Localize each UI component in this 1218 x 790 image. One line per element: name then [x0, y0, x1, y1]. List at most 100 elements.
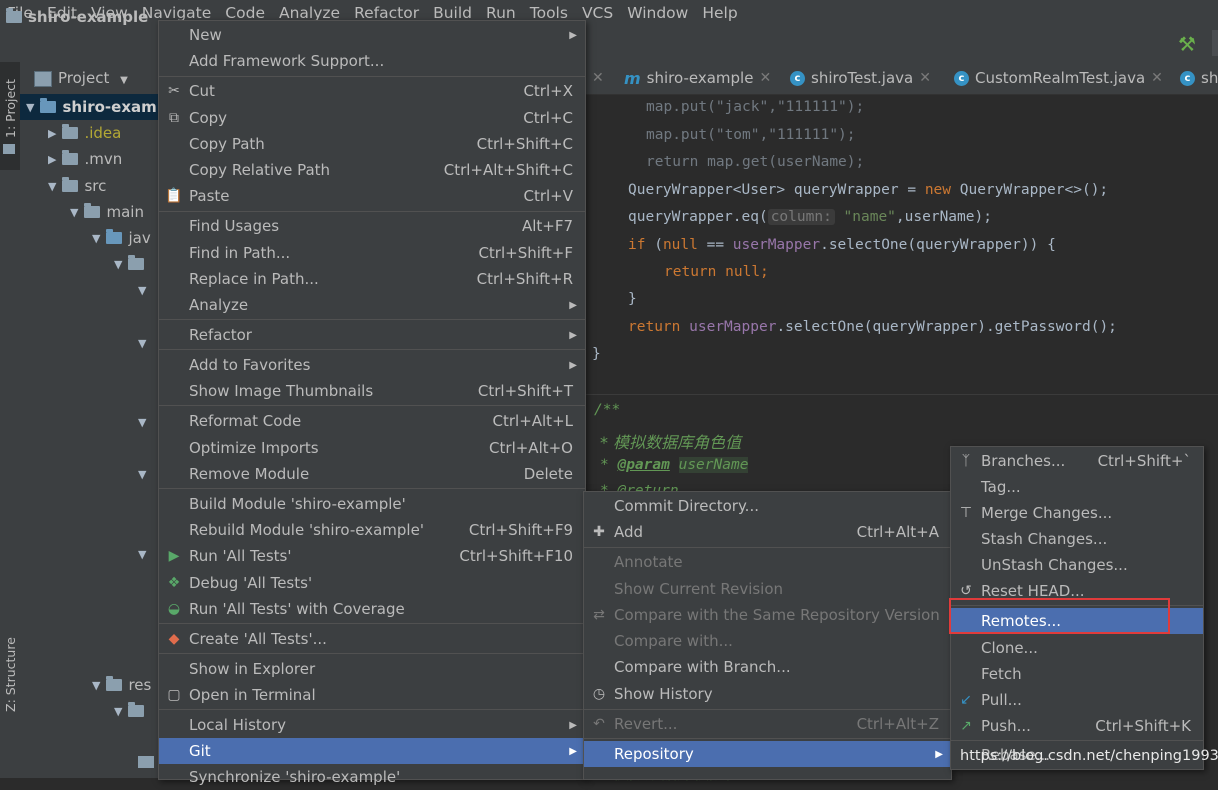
menu-item-reformat-code[interactable]: Reformat Code Ctrl+Alt+L	[159, 408, 585, 434]
expand-arrow-icon[interactable]: ▼	[26, 101, 34, 114]
expand-arrow-icon[interactable]: ▼	[92, 232, 100, 245]
menu-item-branches[interactable]: ᛉ Branches... Ctrl+Shift+`	[951, 448, 1203, 474]
menu-item-paste[interactable]: 📋 Paste Ctrl+V	[159, 183, 585, 209]
menu-item-cut[interactable]: ✂ Cut Ctrl+X	[159, 78, 585, 104]
menu-item-label: UnStash Changes...	[981, 556, 1128, 574]
menu-item-fetch[interactable]: Fetch	[951, 661, 1203, 687]
menu-item-copy-relative-path[interactable]: Copy Relative Path Ctrl+Alt+Shift+C	[159, 157, 585, 183]
tree-item-main[interactable]: ▼ main	[70, 199, 144, 225]
menu-item-show-history[interactable]: ◷ Show History	[584, 681, 951, 707]
menu-item-run-with-coverage[interactable]: ◒ Run 'All Tests' with Coverage	[159, 596, 585, 622]
menu-item-new[interactable]: New ▶	[159, 22, 585, 48]
menu-item-push[interactable]: ↗ Push... Ctrl+Shift+K	[951, 713, 1203, 739]
tree-item-root[interactable]: ▼ shiro-exam	[20, 94, 158, 120]
menu-item-remove-module[interactable]: Remove Module Delete	[159, 461, 585, 487]
menu-item-commit-directory[interactable]: Commit Directory...	[584, 493, 951, 519]
menu-item-tag[interactable]: Tag...	[951, 474, 1203, 500]
expand-arrow-icon[interactable]: ▼	[70, 206, 78, 219]
tab-overflow[interactable]: ✕	[592, 62, 604, 94]
menu-item-repository[interactable]: Repository ▶	[584, 741, 951, 767]
collapse-arrow-icon[interactable]: ▶	[48, 127, 56, 140]
expand-arrow-icon[interactable]: ▼	[114, 705, 122, 718]
close-icon[interactable]: ✕	[759, 70, 771, 86]
tree-item-resources[interactable]: ▼ res	[92, 672, 151, 698]
stripe-project-label[interactable]: 1: Project	[3, 79, 18, 138]
menu-item-refactor[interactable]: Refactor ▶	[159, 322, 585, 348]
tab-shirotest[interactable]: c shiroTest.java ✕	[790, 62, 931, 94]
expand-arrow-icon[interactable]: ▼	[114, 258, 122, 271]
expand-arrow-icon[interactable]: ▼	[48, 180, 56, 193]
expand-arrow-icon[interactable]: ▼	[138, 337, 146, 350]
tree-item-label: jav	[128, 229, 151, 247]
menu-item-synchronize[interactable]: Synchronize 'shiro-example'	[159, 764, 585, 790]
menu-item-find-in-path[interactable]: Find in Path... Ctrl+Shift+F	[159, 240, 585, 266]
tree-item-package[interactable]: ▼	[114, 251, 145, 277]
menu-item-rebuild-module[interactable]: Rebuild Module 'shiro-example' Ctrl+Shift…	[159, 517, 585, 543]
close-icon[interactable]: ✕	[919, 70, 931, 86]
menu-item-local-history[interactable]: Local History ▶	[159, 712, 585, 738]
menu-item-compare-same-repo[interactable]: ⇄ Compare with the Same Repository Versio…	[584, 602, 951, 628]
menu-item-find-usages[interactable]: Find Usages Alt+F7	[159, 213, 585, 239]
close-icon[interactable]: ✕	[592, 70, 604, 86]
menu-item-annotate[interactable]: Annotate	[584, 549, 951, 575]
build-hammer-icon[interactable]: ⚒	[1178, 32, 1196, 56]
menu-item-create-all-tests[interactable]: ◆ Create 'All Tests'...	[159, 626, 585, 652]
menu-item-show-in-explorer[interactable]: Show in Explorer	[159, 656, 585, 682]
tree-item-label: res	[128, 676, 152, 694]
menu-help[interactable]: Help	[695, 4, 744, 22]
menu-item-add-framework-support[interactable]: Add Framework Support...	[159, 48, 585, 74]
menu-separator	[159, 76, 585, 77]
menu-item-analyze[interactable]: Analyze ▶	[159, 292, 585, 318]
menu-item-copy[interactable]: ⧉ Copy Ctrl+C	[159, 105, 585, 131]
tree-item-src[interactable]: ▼ src	[48, 173, 106, 199]
menu-item-show-image-thumbnails[interactable]: Show Image Thumbnails Ctrl+Shift+T	[159, 378, 585, 404]
stripe-structure-label[interactable]: Z: Structure	[3, 637, 18, 712]
breadcrumb-project[interactable]: shiro-example	[6, 8, 148, 26]
menu-item-pull[interactable]: ↙ Pull...	[951, 687, 1203, 713]
tab-label: CustomRealmTest.java	[975, 69, 1146, 87]
toolbar-overflow[interactable]	[1212, 30, 1218, 56]
tree-item-java[interactable]: ▼ jav	[92, 225, 151, 251]
expand-arrow-icon[interactable]: ▼	[138, 468, 146, 481]
menu-item-label: Tag...	[981, 478, 1021, 496]
menu-item-shortcut: Ctrl+Shift+R	[476, 270, 573, 288]
menu-item-revert[interactable]: ↶ Revert... Ctrl+Alt+Z	[584, 711, 951, 737]
menu-item-git[interactable]: Git ▶	[159, 738, 585, 764]
menu-item-label: Run 'All Tests' with Coverage	[189, 600, 405, 618]
menu-item-merge-changes[interactable]: ⊤ Merge Changes...	[951, 500, 1203, 526]
close-icon[interactable]: ✕	[1151, 70, 1163, 86]
tab-customrealmtest[interactable]: c CustomRealmTest.java ✕	[954, 62, 1163, 94]
project-panel-title[interactable]: Project ▼	[58, 69, 128, 87]
tab-sh[interactable]: c sh	[1180, 62, 1218, 94]
menu-item-copy-path[interactable]: Copy Path Ctrl+Shift+C	[159, 131, 585, 157]
chevron-down-icon[interactable]: ▼	[120, 75, 128, 86]
expand-arrow-icon[interactable]: ▼	[138, 416, 146, 429]
menu-item-debug-all-tests[interactable]: ❖ Debug 'All Tests'	[159, 570, 585, 596]
expand-arrow-icon[interactable]: ▼	[138, 284, 146, 297]
menu-item-compare-with[interactable]: Compare with...	[584, 628, 951, 654]
tree-item-idea[interactable]: ▶ .idea	[48, 120, 121, 146]
menu-item-add-to-favorites[interactable]: Add to Favorites ▶	[159, 352, 585, 378]
menu-item-optimize-imports[interactable]: Optimize Imports Ctrl+Alt+O	[159, 435, 585, 461]
menu-item-build-module[interactable]: Build Module 'shiro-example'	[159, 491, 585, 517]
expand-arrow-icon[interactable]: ▼	[138, 548, 146, 561]
collapse-arrow-icon[interactable]: ▶	[48, 153, 56, 166]
menu-item-label: Analyze	[189, 296, 249, 314]
tree-item-resources-child[interactable]: ▼	[114, 698, 145, 724]
code-line: }	[628, 291, 637, 307]
menu-item-clone[interactable]: Clone...	[951, 635, 1203, 661]
menu-item-unstash-changes[interactable]: UnStash Changes...	[951, 552, 1203, 578]
menu-item-replace-in-path[interactable]: Replace in Path... Ctrl+Shift+R	[159, 266, 585, 292]
menu-item-show-current-revision[interactable]: Show Current Revision	[584, 576, 951, 602]
menu-item-shortcut: Ctrl+X	[523, 82, 573, 100]
menu-item-compare-with-branch[interactable]: Compare with Branch...	[584, 654, 951, 680]
menu-window[interactable]: Window	[620, 4, 695, 22]
menu-item-stash-changes[interactable]: Stash Changes...	[951, 526, 1203, 552]
menu-item-run-all-tests[interactable]: ▶ Run 'All Tests' Ctrl+Shift+F10	[159, 543, 585, 569]
tab-shiro-example[interactable]: m shiro-example ✕	[624, 62, 771, 94]
expand-arrow-icon[interactable]: ▼	[92, 679, 100, 692]
menu-item-add[interactable]: ✚ Add Ctrl+Alt+A	[584, 519, 951, 545]
push-icon: ↗	[960, 718, 972, 734]
menu-item-open-in-terminal[interactable]: ▢ Open in Terminal	[159, 682, 585, 708]
tree-item-mvn[interactable]: ▶ .mvn	[48, 146, 122, 172]
